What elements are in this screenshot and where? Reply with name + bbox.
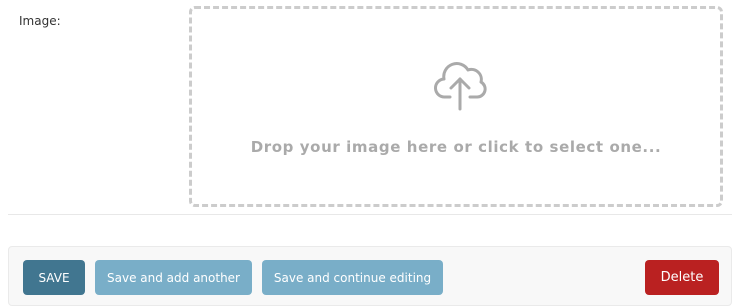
submit-row: SAVE Save and add another Save and conti… [8, 246, 732, 306]
save-button[interactable]: SAVE [23, 260, 85, 295]
dropzone-instructions: Drop your image here or click to select … [250, 138, 662, 156]
save-and-continue-button[interactable]: Save and continue editing [262, 260, 443, 295]
image-field-label: Image: [19, 14, 61, 28]
cloud-upload-icon [434, 62, 487, 111]
image-dropzone[interactable]: Drop your image here or click to select … [189, 6, 723, 207]
image-field-row: Image: Drop your image here or click to … [8, 0, 732, 215]
change-form: Image: Drop your image here or click to … [0, 0, 740, 308]
save-and-add-another-button[interactable]: Save and add another [95, 260, 252, 295]
delete-button[interactable]: Delete [645, 260, 719, 295]
